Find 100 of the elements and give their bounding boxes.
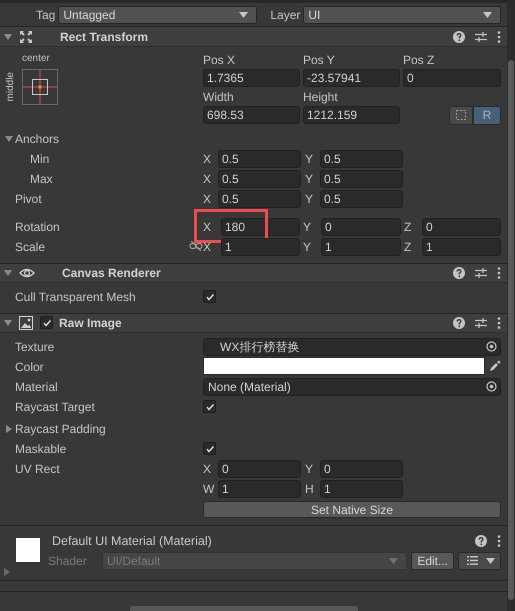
help-icon[interactable] [453,316,465,329]
caret-icon [486,558,495,564]
axis-label: Y [303,238,312,255]
axis-label: Y [305,460,314,477]
object-field[interactable]: None (Material) [203,378,501,396]
unlinked-icon[interactable] [189,240,203,251]
help-icon[interactable] [453,30,465,43]
axis-label: Z [404,218,412,235]
input-field[interactable]: 0 [218,460,301,478]
object-field[interactable]: WX排行榜替换 [203,338,501,356]
tag-dropdown[interactable]: Untagged [58,6,258,24]
input-field[interactable]: 0.5 [218,190,301,208]
input-field[interactable]: 1.7365 [203,68,300,87]
field-label: Pos X [203,52,236,68]
component-header[interactable]: Raw Image [0,312,507,333]
field-label: Scale [15,238,46,255]
layer-dropdown[interactable]: UI [303,6,501,24]
presets-icon[interactable] [475,30,487,43]
field-label: Texture [15,338,54,355]
image-icon [19,316,33,330]
checkbox[interactable] [203,400,216,414]
axis-label: Z [404,238,412,255]
field-label: UV Rect [15,460,60,477]
presets-icon[interactable] [475,316,487,329]
axis-label: Y [305,190,314,207]
anchor-label: middle [5,72,16,102]
input-field[interactable]: 0 [403,68,501,87]
more-icon[interactable] [497,266,501,279]
input-field[interactable]: 1 [321,238,401,256]
axis-label: Y [303,218,312,235]
checkbox[interactable] [203,442,216,456]
anchor-label: center [22,52,50,64]
input-field[interactable]: -23.57941 [303,68,400,87]
input-field[interactable]: 1212.159 [303,106,400,124]
field-label: Raycast Target [15,398,95,415]
caret-icon [389,558,398,564]
edit-button[interactable]: Edit... [411,552,454,570]
axis-label: W [203,480,216,497]
input-field[interactable]: 0 [320,460,403,478]
component-title: Canvas Renderer [62,266,162,280]
axis-label: X [203,170,212,187]
layer-label: Layer [270,8,300,22]
move-arrows-icon [19,30,33,44]
field-label: Pos Y [303,52,336,68]
field-label: Max [30,170,53,187]
expand-arrow-icon [3,568,11,576]
component-header[interactable]: Rect Transform [0,26,507,47]
checkbox[interactable] [203,290,216,304]
more-icon[interactable] [497,316,501,329]
field-label: Anchors [15,130,60,147]
tag-label: Tag [36,8,56,22]
checkbox[interactable] [40,316,53,330]
input-field[interactable]: 180 [221,218,300,236]
caret-icon [239,12,248,18]
field-label: Pivot [15,190,42,207]
axis-label: X [203,218,212,235]
collapse-arrow-icon[interactable] [4,268,12,277]
input-field[interactable]: 0.5 [218,150,301,168]
presets-icon[interactable] [475,266,487,279]
collapse-arrow-icon[interactable] [5,134,13,143]
eyedropper-icon[interactable] [489,360,501,372]
axis-label: X [203,238,212,255]
input-field[interactable]: 1 [221,238,300,256]
field-label: Pos Z [403,52,436,68]
more-icon[interactable] [497,30,501,43]
input-field[interactable]: 0 [422,218,501,236]
input-field[interactable]: 1 [422,238,501,256]
more-icon[interactable] [497,534,501,547]
axis-label: X [203,190,212,207]
list-menu-button[interactable] [458,552,501,570]
input-field[interactable]: 698.53 [203,106,300,124]
component-title: Raw Image [59,316,123,330]
field-label: Min [30,150,50,167]
caret-icon [483,12,492,18]
collapse-arrow-icon[interactable] [4,318,12,327]
input-field[interactable]: 0 [321,218,401,236]
blueprint-button[interactable] [449,106,473,125]
field-label: Material [15,378,58,395]
expand-arrow-icon[interactable] [5,424,13,433]
list-icon [467,556,478,566]
input-field[interactable]: 1 [218,480,301,498]
input-field[interactable]: 1 [320,480,403,498]
color-swatch[interactable] [203,357,485,376]
input-field[interactable]: 0.5 [218,170,301,188]
component-header[interactable]: Canvas Renderer [0,262,507,283]
help-icon[interactable] [475,534,487,547]
field-label: Cull Transparent Mesh [15,288,136,305]
field-label: Width [203,88,235,105]
input-field[interactable]: 0.5 [320,190,403,208]
material-preview [16,538,40,562]
input-field[interactable]: 0.5 [320,170,403,188]
field-label: Height [303,88,339,105]
axis-label: X [203,460,212,477]
input-field[interactable]: 0.5 [320,150,403,168]
collapse-arrow-icon[interactable] [4,32,12,41]
set-native-size-button[interactable]: Set Native Size [203,501,501,518]
target-icon [486,340,497,352]
help-icon[interactable] [453,266,465,279]
axis-label: Y [305,170,314,187]
scrollbar[interactable] [507,0,515,611]
